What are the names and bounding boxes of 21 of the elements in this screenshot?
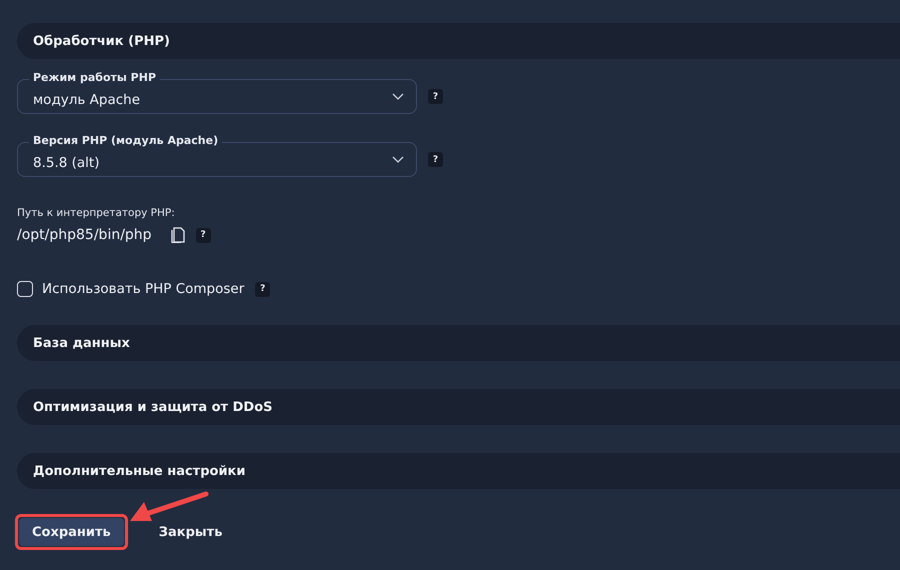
- select-value: 8.5.8 (alt): [33, 154, 100, 170]
- close-button[interactable]: Закрыть: [146, 518, 236, 546]
- help-badge[interactable]: ?: [428, 89, 443, 104]
- copy-icon[interactable]: [170, 227, 185, 243]
- section-header[interactable]: Оптимизация и защита от DDoS: [17, 389, 900, 425]
- chevron-down-icon: [392, 93, 404, 100]
- field-label: Путь к интерпретатору PHP:: [17, 207, 176, 219]
- checkbox[interactable]: [17, 281, 33, 297]
- help-badge[interactable]: ?: [255, 282, 270, 296]
- section-header[interactable]: Обработчик (PHP): [17, 23, 900, 59]
- section-header[interactable]: База данных: [17, 325, 900, 361]
- chevron-down-icon: [392, 156, 404, 163]
- help-badge[interactable]: ?: [196, 228, 211, 242]
- help-badge[interactable]: ?: [428, 152, 443, 167]
- select-value: модуль Apache: [33, 92, 140, 108]
- section-header[interactable]: Дополнительные настройки: [17, 453, 900, 489]
- path-text: /opt/php85/bin/php: [17, 227, 152, 243]
- field-label: Версия PHP (модуль Apache): [29, 133, 222, 149]
- field-label: Режим работы PHP: [29, 70, 160, 86]
- checkbox-label: Использовать PHP Composer: [42, 281, 244, 297]
- save-button[interactable]: Сохранить: [19, 518, 124, 546]
